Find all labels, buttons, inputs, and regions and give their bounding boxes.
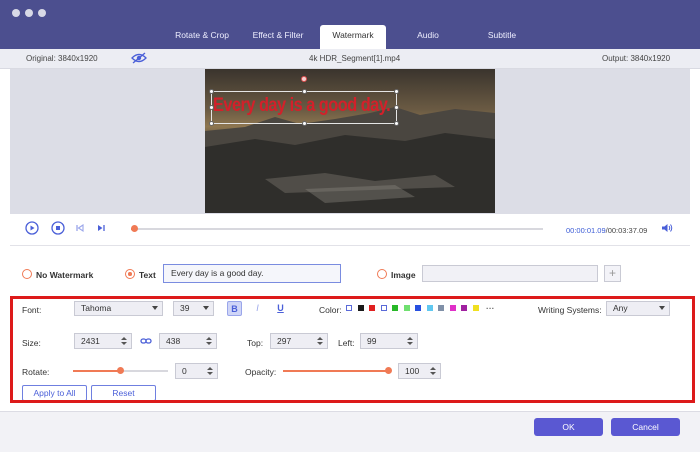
play-icon[interactable]	[25, 221, 39, 237]
image-path-field[interactable]	[422, 265, 598, 282]
resize-handle[interactable]	[394, 89, 399, 94]
divider	[10, 245, 690, 246]
stop-icon[interactable]	[51, 221, 65, 237]
eye-hidden-icon[interactable]	[131, 52, 147, 66]
add-image-button[interactable]: +	[604, 265, 621, 282]
watermark-preview-text: Every day is a good day.	[213, 95, 391, 116]
resize-handle[interactable]	[394, 105, 399, 110]
no-watermark-label: No Watermark	[36, 270, 94, 280]
next-frame-icon[interactable]	[96, 223, 106, 235]
maximize-window-button[interactable]	[38, 9, 46, 17]
file-name: 4k HDR_Segment[1].mp4	[309, 54, 401, 63]
watermark-text-input[interactable]: Every day is a good day.	[163, 264, 341, 283]
ok-button[interactable]: OK	[534, 418, 603, 436]
resize-handle[interactable]	[209, 121, 214, 126]
no-watermark-radio[interactable]	[22, 269, 32, 279]
volume-icon[interactable]	[661, 223, 673, 235]
image-watermark-label: Image	[391, 270, 416, 280]
resize-handle[interactable]	[394, 121, 399, 126]
rotate-handle-icon[interactable]	[301, 76, 307, 82]
highlight-frame	[10, 296, 695, 403]
time-display: 00:00:01.09/00:03:37.09	[566, 226, 647, 235]
resize-handle[interactable]	[302, 121, 307, 126]
output-resolution: Output: 3840x1920	[602, 54, 671, 63]
close-window-button[interactable]	[12, 9, 20, 17]
cancel-button[interactable]: Cancel	[611, 418, 680, 436]
resize-handle[interactable]	[209, 105, 214, 110]
tab-subtitle[interactable]: Subtitle	[457, 25, 547, 49]
original-resolution: Original: 3840x1920	[26, 54, 98, 63]
previous-frame-icon[interactable]	[75, 223, 85, 235]
image-watermark-radio[interactable]	[377, 269, 387, 279]
current-time: 00:00:01.09	[566, 226, 606, 235]
resize-handle[interactable]	[209, 89, 214, 94]
text-watermark-label: Text	[139, 270, 156, 280]
seek-bar[interactable]	[131, 228, 543, 230]
info-bar: Original: 3840x1920 4k HDR_Segment[1].mp…	[0, 49, 700, 69]
tab-effect-filter[interactable]: Effect & Filter	[233, 25, 323, 49]
total-time: /00:03:37.09	[605, 226, 648, 235]
seek-handle[interactable]	[131, 225, 138, 232]
resize-handle[interactable]	[302, 89, 307, 94]
minimize-window-button[interactable]	[25, 9, 33, 17]
tab-watermark[interactable]: Watermark	[320, 25, 386, 49]
text-watermark-radio[interactable]	[125, 269, 135, 279]
